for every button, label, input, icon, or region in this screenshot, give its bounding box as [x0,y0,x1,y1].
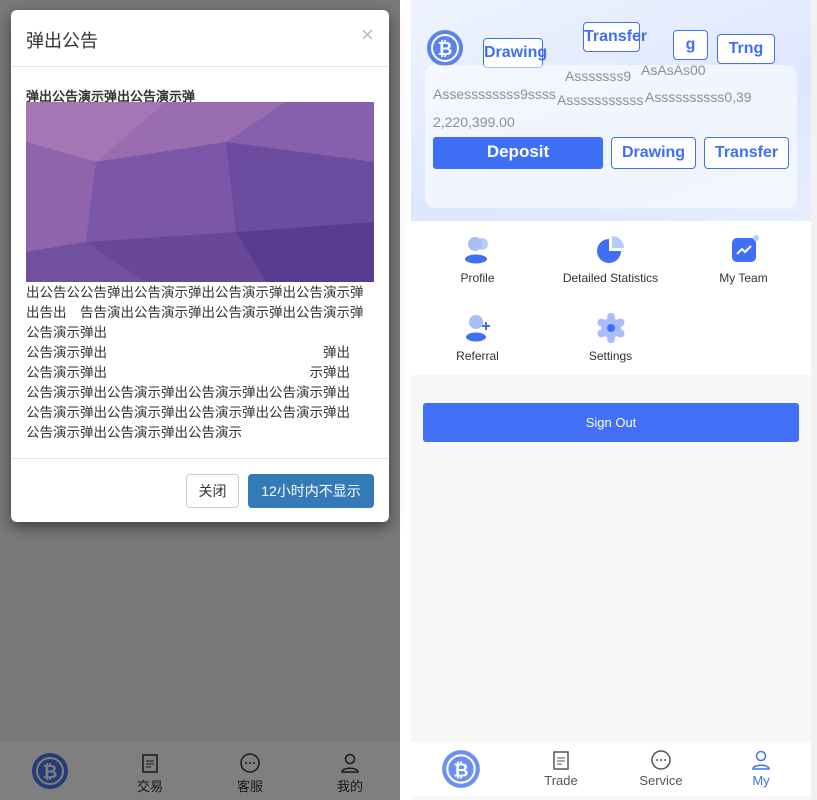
nav-my-active[interactable]: My [711,742,811,800]
deposit-button[interactable]: Deposit [433,137,603,169]
announcement-image [26,102,374,282]
document-icon [553,751,569,770]
menu-item-my-team[interactable]: My Team [677,235,810,285]
users-icon [464,237,488,264]
menu-label: Settings [588,349,633,363]
nav-service[interactable]: Service [611,742,711,800]
bottom-nav: ₿ Trade Service My [411,742,811,796]
body-line: 公告演示弹出 示弹出 [26,365,350,380]
chat-icon [651,750,671,770]
body-line: 出公告公公告弹出公告演示弹出公告演示弹出公告演示弹 [26,285,364,300]
menu-grid: Profile Detailed Statistics My Team Refe… [411,221,811,375]
body-line: 公告演示弹出 [26,325,107,340]
user-icon [752,750,770,770]
body-line: 公告演示弹出公告演示弹出公告演示 [26,425,242,440]
hide-12h-button[interactable]: 12小时内不显示 [248,474,374,508]
announcement-modal: 弹出公告 × 弹出公告演示弹出公告演示弹 出公告公公告弹出公告演示弹出公告演示弹… [11,10,389,522]
gear-icon [597,313,624,343]
transfer-button[interactable]: Transfer [704,137,789,169]
menu-item-detailed-statistics[interactable]: Detailed Statistics [544,235,677,285]
menu-item-profile[interactable]: Profile [411,235,544,285]
body-line: 公告演示弹出公告演示弹出公告演示弹出公告演示弹出 [26,385,350,400]
trend-chart-icon [731,235,759,262]
modal-title: 弹出公告 [26,31,98,51]
menu-label: Detailed Statistics [562,271,659,285]
account-header: ₿ Drawing Transfer g Trng Asssssss9 AsAs… [411,0,811,221]
menu-item-settings[interactable]: Settings [544,313,677,363]
body-line: 公告演示弹出 弹出 [26,345,350,360]
left-phone-screen: ₿ 交易 客服 我的 弹出公告 × 弹出公告演示弹出公告演示弹 [0,0,400,800]
ghost-button: Trng [717,34,775,64]
divider [11,66,389,67]
nav-trade[interactable]: Trade [511,742,611,800]
ghost-text: Asssssss9 [565,68,632,84]
svg-text:₿: ₿ [453,760,468,781]
divider [11,458,389,459]
close-button[interactable]: 关闭 [186,474,239,508]
ghost-text: AsAsAs00 [641,62,706,78]
body-line: 公告演示弹出公告演示弹出公告演示弹出公告演示弹出 [26,405,350,420]
sign-out-button[interactable]: Sign Out [423,403,799,442]
menu-label: My Team [719,271,768,285]
right-phone-screen: ₿ Drawing Transfer g Trng Asssssss9 AsAs… [411,0,811,800]
nav-label: Trade [544,773,578,788]
announcement-body: 出公告公公告弹出公告演示弹出公告演示弹出公告演示弹 出告出 告告演出公告演示弹出… [26,283,376,443]
nav-label: My [752,773,770,788]
bitcoin-logo-icon: ₿ [427,30,463,66]
close-icon[interactable]: × [361,22,374,48]
balance-value: 2,220,399.00 [433,114,515,130]
drawing-button[interactable]: Drawing [611,137,696,169]
scrollbar[interactable] [811,0,817,800]
ghost-transfer-button: Transfer [583,22,647,52]
ghost-text: Asssssssssss [557,92,644,108]
menu-label: Referral [456,349,499,363]
pie-chart-icon [596,236,624,263]
body-line: 出告出 告告演出公告演示弹出公告演示弹出公告演示弹 [26,305,364,320]
menu-label: Profile [460,271,495,285]
ghost-button: g [673,30,708,60]
nav-label: Service [639,773,683,788]
ghost-drawing-button: Drawing [483,38,547,68]
ghost-text: Assssssssss0,39 [645,89,752,105]
add-user-icon [465,315,490,342]
nav-home[interactable]: ₿ [411,742,511,800]
ghost-text: Assessssssss9ssss [433,86,556,102]
menu-item-referral[interactable]: Referral [411,313,544,363]
svg-text:₿: ₿ [438,39,453,59]
bitcoin-logo-icon: ₿ [442,750,480,788]
